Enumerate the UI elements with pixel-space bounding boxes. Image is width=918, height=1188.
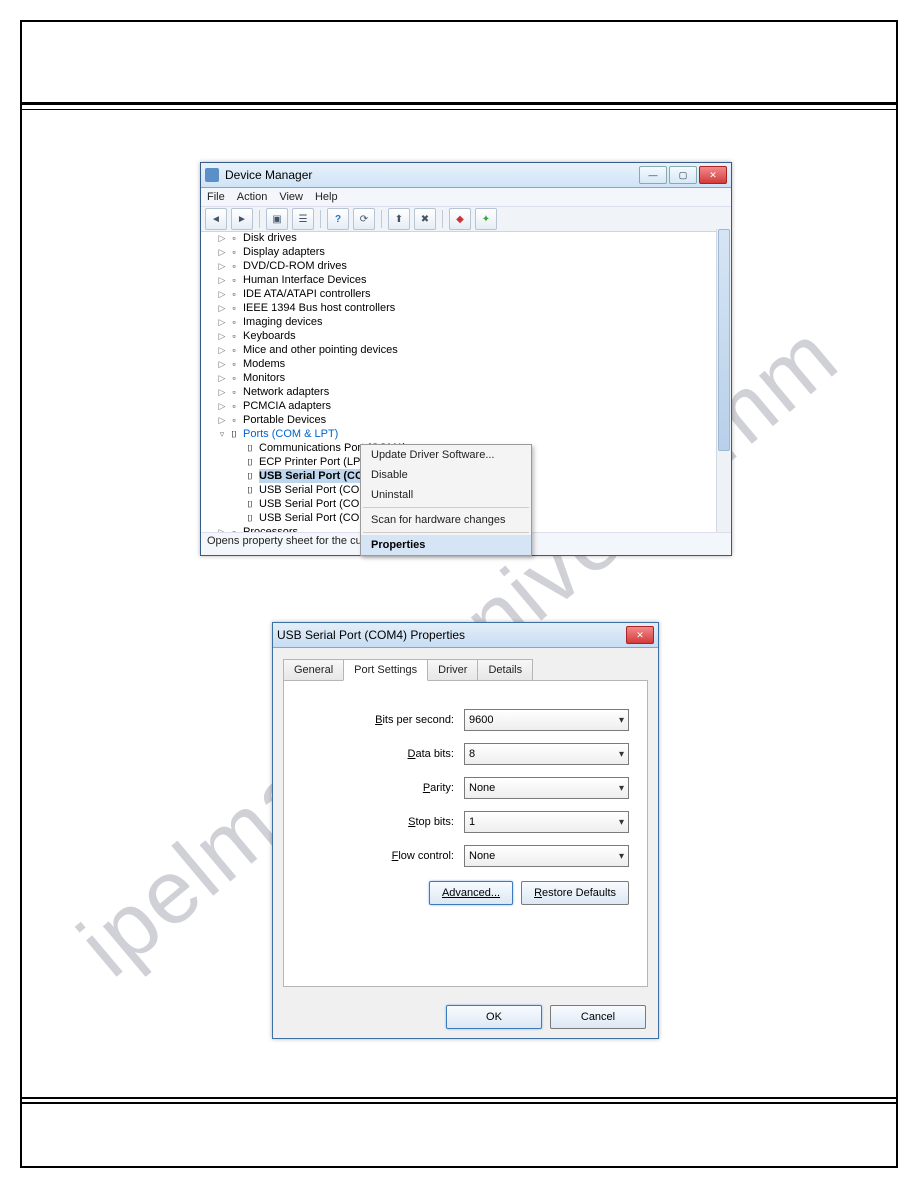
uninstall-button[interactable]: ✖ xyxy=(414,208,436,230)
props-button[interactable]: ☰ xyxy=(292,208,314,230)
menu-file[interactable]: File xyxy=(207,191,225,203)
icon-button[interactable]: ◆ xyxy=(449,208,471,230)
tree-item[interactable]: ▷▫PCMCIA adapters xyxy=(207,399,711,413)
context-item[interactable]: Properties xyxy=(361,535,531,555)
close-button[interactable]: ✕ xyxy=(626,626,654,644)
context-item[interactable]: Disable xyxy=(361,465,531,485)
tree-item[interactable]: ▷▫Monitors xyxy=(207,371,711,385)
divider xyxy=(22,1097,896,1104)
field-label: Bits per second: xyxy=(302,714,464,726)
advanced-button[interactable]: Advanced... xyxy=(429,881,513,905)
scroll-thumb[interactable] xyxy=(718,229,730,451)
tab-strip: GeneralPort SettingsDriverDetails xyxy=(283,658,648,680)
tree-item[interactable]: ▷▫IEEE 1394 Bus host controllers xyxy=(207,301,711,315)
tree-item[interactable]: ▷▫Keyboards xyxy=(207,329,711,343)
field-label: Flow control: xyxy=(302,850,464,862)
tree-item[interactable]: ▷▫Display adapters xyxy=(207,245,711,259)
minimize-button[interactable]: — xyxy=(639,166,667,184)
context-item[interactable]: Uninstall xyxy=(361,485,531,505)
ok-button[interactable]: OK xyxy=(446,1005,542,1029)
tree-item[interactable]: ▷▫Disk drives xyxy=(207,231,711,245)
tab[interactable]: General xyxy=(283,659,344,681)
dropdown[interactable]: None xyxy=(464,777,629,799)
field-label: Data bits: xyxy=(302,748,464,760)
back-button[interactable]: ◄ xyxy=(205,208,227,230)
update-button[interactable]: ⬆ xyxy=(388,208,410,230)
field-label: Stop bits: xyxy=(302,816,464,828)
tree-item-ports[interactable]: ▿⌷Ports (COM & LPT) xyxy=(207,427,711,441)
dropdown[interactable]: 8 xyxy=(464,743,629,765)
tree-item[interactable]: ▷▫DVD/CD-ROM drives xyxy=(207,259,711,273)
tree-item[interactable]: ▷▫IDE ATA/ATAPI controllers xyxy=(207,287,711,301)
help-button[interactable]: ? xyxy=(327,208,349,230)
tab[interactable]: Port Settings xyxy=(343,659,428,681)
scrollbar[interactable] xyxy=(716,229,731,537)
menubar: File Action View Help xyxy=(201,188,731,207)
tab[interactable]: Driver xyxy=(427,659,478,681)
scan-button[interactable]: ⟳ xyxy=(353,208,375,230)
tree-item[interactable]: ▷▫Modems xyxy=(207,357,711,371)
tree-item[interactable]: ▷▫Network adapters xyxy=(207,385,711,399)
dropdown[interactable]: None xyxy=(464,845,629,867)
tree-item[interactable]: ▷▫Mice and other pointing devices xyxy=(207,343,711,357)
icon-button[interactable]: ✦ xyxy=(475,208,497,230)
tree-item[interactable]: ▷▫Imaging devices xyxy=(207,315,711,329)
close-button[interactable]: ✕ xyxy=(699,166,727,184)
cancel-button[interactable]: Cancel xyxy=(550,1005,646,1029)
properties-dialog: USB Serial Port (COM4) Properties ✕ Gene… xyxy=(272,622,659,1039)
up-button[interactable]: ▣ xyxy=(266,208,288,230)
tab[interactable]: Details xyxy=(477,659,533,681)
restore-defaults-button[interactable]: Restore Defaults xyxy=(521,881,629,905)
menu-view[interactable]: View xyxy=(279,191,303,203)
titlebar[interactable]: USB Serial Port (COM4) Properties ✕ xyxy=(273,623,658,648)
tree-item[interactable]: ▷▫Portable Devices xyxy=(207,413,711,427)
forward-button[interactable]: ► xyxy=(231,208,253,230)
context-item[interactable]: Update Driver Software... xyxy=(361,445,531,465)
device-manager-icon xyxy=(205,168,219,182)
field-label: Parity: xyxy=(302,782,464,794)
dropdown[interactable]: 9600 xyxy=(464,709,629,731)
divider xyxy=(22,102,896,110)
window-title: Device Manager xyxy=(225,168,312,182)
context-item[interactable]: Scan for hardware changes xyxy=(361,510,531,530)
tab-pane: Bits per second:9600Data bits:8Parity:No… xyxy=(283,680,648,987)
titlebar[interactable]: Device Manager — ▢ ✕ xyxy=(201,163,731,188)
menu-help[interactable]: Help xyxy=(315,191,338,203)
context-menu: Update Driver Software...DisableUninstal… xyxy=(360,444,532,556)
tree-item[interactable]: ▷▫Human Interface Devices xyxy=(207,273,711,287)
dialog-footer: OK Cancel xyxy=(273,997,658,1037)
menu-action[interactable]: Action xyxy=(237,191,268,203)
dropdown[interactable]: 1 xyxy=(464,811,629,833)
dialog-title: USB Serial Port (COM4) Properties xyxy=(277,628,465,642)
maximize-button[interactable]: ▢ xyxy=(669,166,697,184)
